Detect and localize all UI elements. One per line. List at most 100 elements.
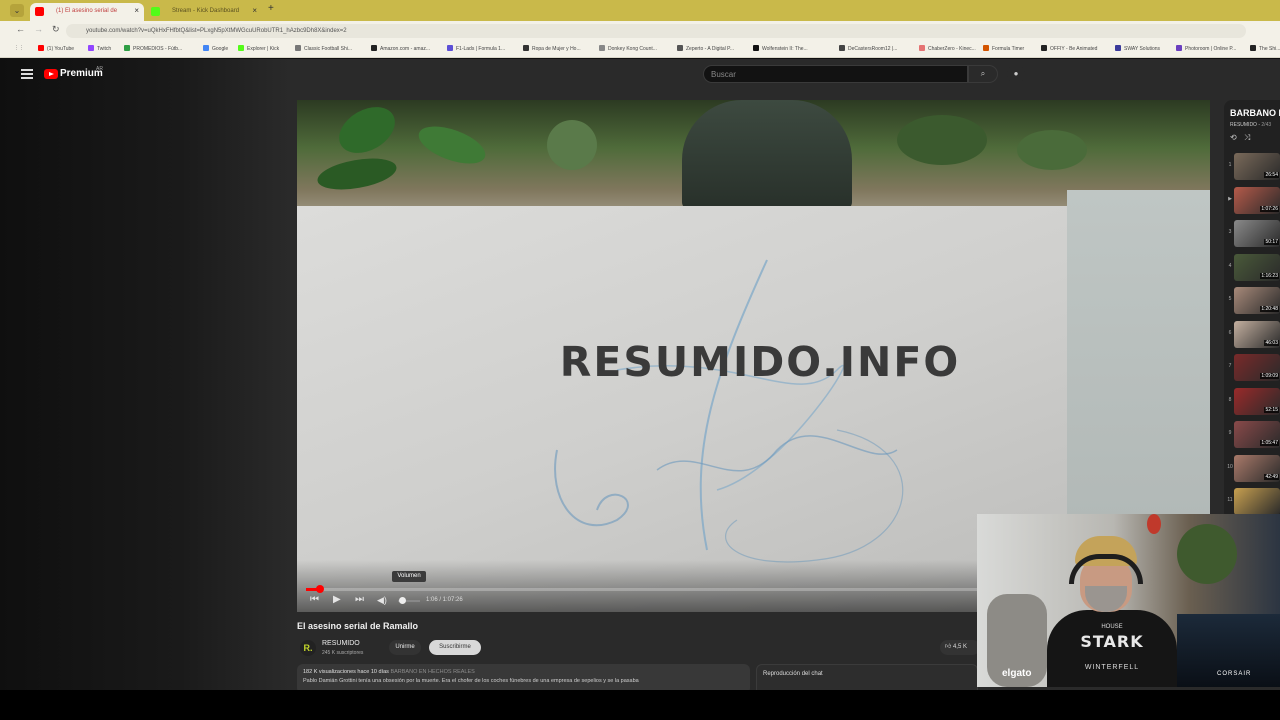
- playlist-thumbnail[interactable]: 50:17: [1234, 220, 1280, 247]
- forward-icon[interactable]: →: [34, 24, 43, 34]
- playlist-thumbnail[interactable]: 1:16:23: [1234, 253, 1280, 281]
- bookmark-label: ChaberZero - Kinec...: [928, 46, 976, 52]
- shirt-stark-text: STARK: [1080, 632, 1144, 651]
- playlist-item-number: 8: [1228, 396, 1232, 403]
- bookmark-item[interactable]: Formula Timer: [983, 45, 1024, 52]
- join-button[interactable]: Unirme: [389, 640, 421, 655]
- playlist-item[interactable]: 6 46:03: [1224, 318, 1280, 352]
- playlist-item[interactable]: 4 1:16:23: [1224, 251, 1280, 285]
- bookmark-item[interactable]: Photoroom | Online P...: [1176, 45, 1236, 52]
- back-icon[interactable]: ←: [16, 24, 25, 34]
- close-tab-icon[interactable]: ×: [134, 3, 139, 19]
- reload-icon[interactable]: ↻: [52, 24, 60, 35]
- bookmark-label: (1) YouTube: [47, 46, 75, 52]
- playlist-thumbnail[interactable]: 1:09:09: [1234, 354, 1280, 381]
- playlist-thumbnail[interactable]: [1234, 488, 1280, 515]
- like-button[interactable]: 👍︎ 4,5 K: [940, 640, 980, 655]
- search-icon[interactable]: ⌕: [968, 65, 998, 83]
- playlist-thumbnail[interactable]: 26:54: [1234, 153, 1280, 180]
- tab-search-icon[interactable]: ⌄: [10, 4, 24, 17]
- bookmark-item[interactable]: The Shi...: [1250, 45, 1280, 52]
- bookmark-favicon-icon: [919, 45, 925, 51]
- bookmark-item[interactable]: PROMEDIOS - Fútb...: [124, 45, 182, 52]
- bookmark-favicon-icon: [238, 45, 244, 51]
- subscribe-button[interactable]: Suscribirme: [429, 640, 481, 655]
- bookmark-item[interactable]: SWAY Solutions: [1115, 45, 1160, 52]
- bookmark-label: Photoroom | Online P...: [1185, 46, 1237, 52]
- bookmark-label: Wolfenstein II: The...: [762, 46, 808, 52]
- address-bar[interactable]: youtube.com/watch?v=uQkHxFHfbtQ&list=PLx…: [66, 24, 1246, 38]
- playlist-item[interactable]: 10 42:49: [1224, 452, 1280, 486]
- bookmark-favicon-icon: [88, 45, 94, 51]
- bookmark-favicon-icon: [753, 45, 759, 51]
- bookmark-item[interactable]: DeCastersRoom12 |...: [839, 45, 897, 52]
- shuffle-icon[interactable]: ⤨: [1244, 133, 1250, 143]
- bookmark-item[interactable]: F1-Lads | Formula 1...: [447, 45, 505, 52]
- playlist-item[interactable]: 8 52:15: [1224, 385, 1280, 419]
- thumbs-up-icon: 👍︎: [945, 644, 952, 650]
- playlist-item[interactable]: 1 26:54: [1224, 150, 1280, 184]
- volume-icon[interactable]: ◀): [377, 595, 387, 606]
- close-tab-icon[interactable]: ×: [252, 3, 257, 19]
- playlist-item-number: 4: [1228, 262, 1232, 269]
- screen: ⌄ (1) El asesino serial de Ramallo × Str…: [0, 0, 1280, 720]
- playlist-thumbnail[interactable]: 1:07:26: [1234, 186, 1280, 214]
- bookmark-item[interactable]: Explorer | Kick: [238, 45, 279, 52]
- apps-icon[interactable]: ⋮⋮: [14, 45, 24, 51]
- playlist-item-number: 10: [1227, 463, 1233, 470]
- playlist-item-number: 7: [1228, 363, 1232, 369]
- channel-name[interactable]: RESUMIDO: [322, 640, 360, 647]
- bookmark-item[interactable]: OFFIY - Be Animated: [1041, 45, 1097, 52]
- playlist-item-number: 3: [1228, 229, 1232, 235]
- playlist-title[interactable]: BARBANO EN HECHOS REALES: [1230, 108, 1280, 118]
- bottom-letterbox: [0, 690, 1280, 720]
- youtube-logo-icon[interactable]: [44, 69, 58, 79]
- bookmark-item[interactable]: ChaberZero - Kinec...: [919, 45, 976, 52]
- playlist-thumbnail[interactable]: 52:15: [1234, 387, 1280, 415]
- play-icon[interactable]: ▶: [333, 594, 341, 605]
- tab-youtube[interactable]: (1) El asesino serial de Ramallo ×: [30, 3, 144, 30]
- bookmark-item[interactable]: Classic Football Shi...: [295, 45, 352, 52]
- bookmark-item[interactable]: Amazon.com - amaz...: [371, 45, 430, 52]
- playlist-item[interactable]: ▶ 1:07:26: [1224, 184, 1280, 218]
- new-tab-icon[interactable]: +: [268, 3, 274, 14]
- view-count-and-date: 182 K visualizaciones hace 10 días: [303, 669, 389, 675]
- bookmark-label: Amazon.com - amaz...: [380, 46, 431, 52]
- bookmark-favicon-icon: [523, 45, 529, 51]
- playlist-thumbnail[interactable]: 42:49: [1234, 454, 1280, 482]
- search-input[interactable]: Buscar: [703, 65, 968, 83]
- playlist-thumbnail[interactable]: 1:05:47: [1234, 421, 1280, 448]
- bookmark-label: Classic Football Shi...: [304, 46, 353, 52]
- bookmark-favicon-icon: [295, 45, 301, 51]
- playlist-item-number: 9: [1228, 430, 1232, 436]
- playlist-thumbnail[interactable]: 46:03: [1234, 320, 1280, 348]
- loop-icon[interactable]: ⟲: [1230, 133, 1237, 142]
- bookmark-item[interactable]: Twitch: [88, 45, 111, 52]
- country-code: AR: [96, 66, 103, 72]
- playlist-tag[interactable]: BARBANO EN HECHOS REALES: [390, 669, 474, 675]
- playlist-item[interactable]: 3 50:17: [1224, 217, 1280, 251]
- playlist-channel[interactable]: RESUMIDO: [1230, 122, 1257, 128]
- bookmark-item[interactable]: Donkey Kong Count...: [599, 45, 657, 52]
- subscriber-count: 245 K suscriptores: [322, 650, 364, 656]
- playlist-panel: BARBANO EN HECHOS REALES RESUMIDO - 2/43…: [1224, 100, 1280, 520]
- tab-title: Stream - Kick Dashboard: [172, 8, 240, 14]
- bookmark-label: SWAY Solutions: [1124, 46, 1161, 52]
- microphone-icon[interactable]: ●: [1007, 65, 1025, 83]
- bookmark-item[interactable]: Google: [203, 45, 228, 52]
- playlist-thumbnail[interactable]: 1:20:48: [1234, 287, 1280, 314]
- menu-icon[interactable]: [21, 69, 33, 79]
- description-meta: 182 K visualizaciones hace 10 días BARBA…: [303, 669, 744, 675]
- bookmark-item[interactable]: Zeperto - A Digital P...: [677, 45, 734, 52]
- playlist-item[interactable]: 9 1:05:47: [1224, 418, 1280, 452]
- channel-avatar[interactable]: R.: [300, 640, 316, 656]
- playlist-item[interactable]: 7 1:09:09: [1224, 351, 1280, 385]
- bookmark-item[interactable]: Wolfenstein II: The...: [753, 45, 808, 52]
- previous-icon[interactable]: ⏮: [310, 594, 319, 605]
- next-icon[interactable]: ⏭: [355, 594, 364, 605]
- bookmark-item[interactable]: (1) YouTube: [38, 45, 74, 52]
- bookmark-item[interactable]: Ropa de Mujer y Ho...: [523, 45, 581, 52]
- tab-kick[interactable]: Stream - Kick Dashboard ×: [146, 3, 262, 21]
- playlist-item[interactable]: 5 1:20:48: [1224, 284, 1280, 318]
- playlist-item-number: 6: [1228, 329, 1232, 336]
